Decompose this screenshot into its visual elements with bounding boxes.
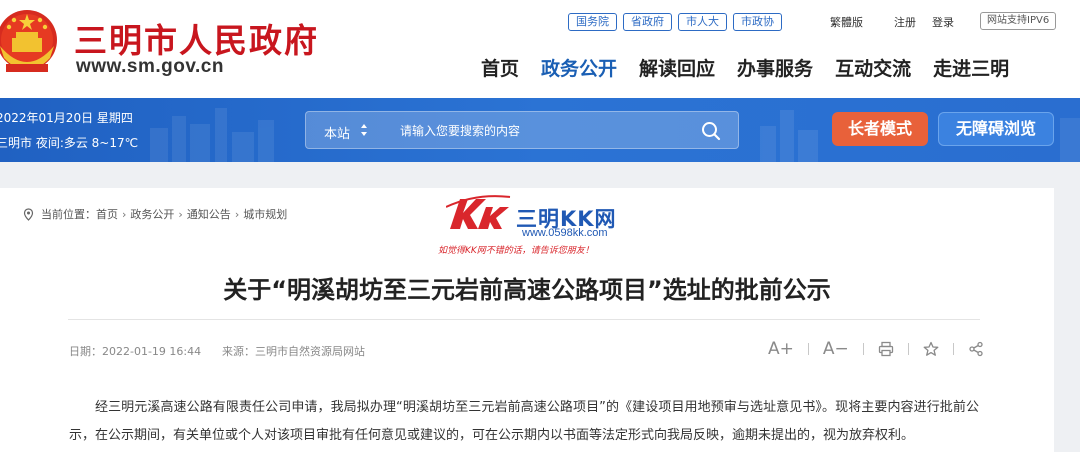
nav-interpretation[interactable]: 解读回应 [639, 54, 715, 81]
national-emblem-icon[interactable] [0, 6, 62, 78]
font-larger-button[interactable]: A+ [768, 339, 794, 359]
breadcrumb-separator: › [234, 207, 240, 221]
government-links: 国务院 省政府 市人大 市政协 [568, 12, 788, 32]
breadcrumb-separator: › [122, 207, 127, 221]
ipv6-badge: 网站支持IPV6 [980, 12, 1057, 30]
scope-caret-icon[interactable] [359, 120, 369, 140]
breadcrumb-prefix: 当前位置： [41, 208, 96, 221]
breadcrumb-government-affairs[interactable]: 政务公开 [130, 206, 174, 222]
breadcrumb: 当前位置： 首页 › 政务公开 › 通知公告 › 城市规划 [22, 206, 287, 222]
article-title: 关于“明溪胡坊至三元岩前高速公路项目”选址的批前公示 [223, 276, 831, 304]
font-smaller-button[interactable]: A− [823, 339, 849, 359]
site-url: www.sm.gov.cn [76, 56, 224, 77]
nav-interaction[interactable]: 互动交流 [835, 54, 911, 81]
search-band: 2022年01月20日 星期四 三明市 夜间:多云 8~17℃ 本站 长者模式 … [0, 98, 1080, 162]
toolbar-separator [862, 343, 864, 355]
link-municipal-cppcc[interactable]: 市政协 [733, 13, 782, 31]
link-provincial-government[interactable]: 省政府 [623, 13, 672, 31]
toolbar-separator [807, 343, 809, 355]
current-date: 2022年01月20日 星期四 [0, 111, 133, 125]
main-navigation: 首页 政务公开 解读回应 办事服务 互动交流 走进三明 [470, 54, 1020, 81]
nav-home[interactable]: 首页 [481, 54, 519, 81]
meta-divider [68, 319, 980, 320]
traditional-chinese-link[interactable]: 繁體版 [830, 14, 863, 30]
article-body: 经三明元溪高速公路有限责任公司申请，我局拟办理“明溪胡坊至三元岩前高速公路项目”… [69, 394, 979, 450]
nav-services[interactable]: 办事服务 [737, 54, 813, 81]
article-source: 来源：三明市自然资源局网站 [222, 345, 365, 358]
article-toolbar: A+ A− [768, 338, 984, 360]
kk-watermark: 三明KK网 www.0598kk.com 如觉得KK网不错的话，请告诉您朋友！ [438, 193, 656, 256]
search-input[interactable] [400, 118, 690, 144]
search-scope-select[interactable]: 本站 [324, 123, 350, 142]
login-link[interactable]: 登录 [932, 14, 954, 30]
site-header: 三明市人民政府 www.sm.gov.cn 国务院 省政府 市人大 市政协 繁體… [0, 0, 1080, 98]
location-icon [23, 207, 34, 221]
breadcrumb-home[interactable]: 首页 [96, 206, 118, 222]
publish-date: 日期：2022-01-19 16:44 [69, 345, 202, 358]
breadcrumb-separator: › [178, 207, 183, 221]
article-paragraph: 经三明元溪高速公路有限责任公司申请，我局拟办理“明溪胡坊至三元岩前高速公路项目”… [69, 400, 979, 443]
nav-government-affairs[interactable]: 政务公开 [541, 54, 617, 81]
share-icon[interactable] [968, 341, 984, 357]
print-icon[interactable] [878, 341, 894, 357]
link-state-council[interactable]: 国务院 [568, 13, 617, 31]
toolbar-separator [952, 343, 954, 355]
link-municipal-congress[interactable]: 市人大 [678, 13, 727, 31]
weather-info: 三明市 夜间:多云 8~17℃ [0, 136, 139, 150]
nav-about-sanming[interactable]: 走进三明 [933, 54, 1009, 81]
kk-logo-icon [446, 195, 511, 229]
accessible-browsing-button[interactable]: 无障碍浏览 [938, 112, 1054, 146]
watermark-slogan: 如觉得KK网不错的话，请告诉您朋友！ [438, 246, 594, 256]
breadcrumb-urban-planning[interactable]: 城市规划 [243, 206, 287, 222]
breadcrumb-notices[interactable]: 通知公告 [187, 206, 231, 222]
search-icon[interactable] [700, 120, 722, 142]
site-title[interactable]: 三明市人民政府 [74, 14, 319, 62]
star-icon[interactable] [923, 341, 939, 357]
elder-mode-button[interactable]: 长者模式 [832, 112, 928, 146]
toolbar-separator [907, 343, 909, 355]
search-box: 本站 [305, 111, 739, 149]
article-panel: 当前位置： 首页 › 政务公开 › 通知公告 › 城市规划 三明KK网 www.… [0, 188, 1054, 452]
register-link[interactable]: 注册 [894, 14, 916, 30]
watermark-url: www.0598kk.com [522, 227, 608, 239]
